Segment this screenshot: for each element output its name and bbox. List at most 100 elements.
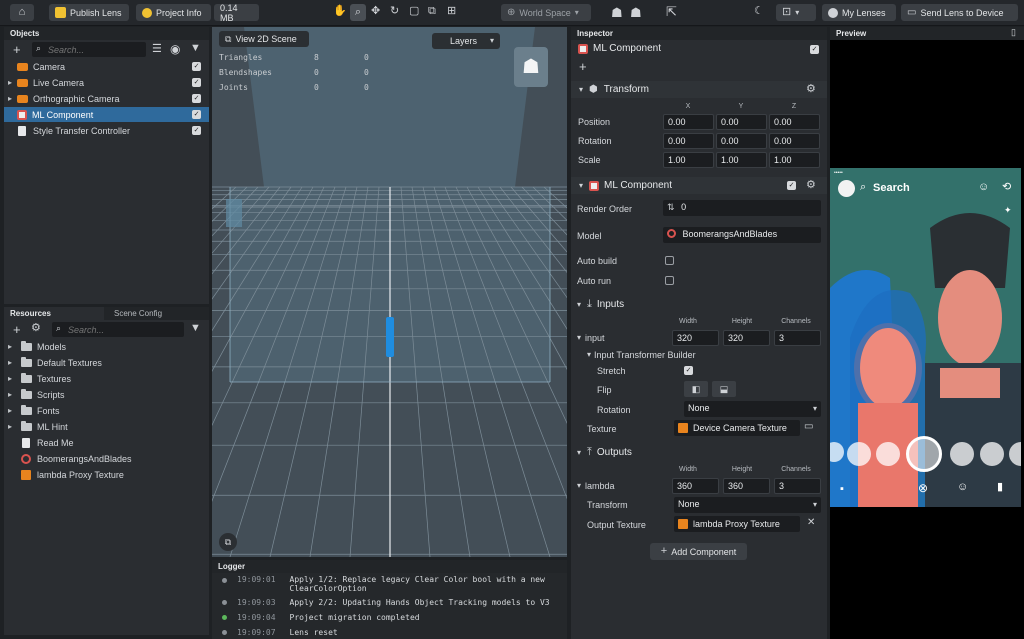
expand-arrow-icon[interactable]: ▸: [8, 406, 16, 415]
preview-screen[interactable]: ••••• ⌕ Search ☺ ⟲ ✦ ▪ ⊗ ☺ ▮: [830, 168, 1021, 507]
output-width-field[interactable]: 360: [672, 478, 719, 494]
home-button[interactable]: ⌂: [10, 4, 34, 21]
rect-tool-icon[interactable]: ⧉: [428, 6, 436, 17]
object-row-style-transfer-controller[interactable]: Style Transfer Controller ✓: [4, 123, 209, 138]
layers-dropdown[interactable]: Layers ▾: [432, 33, 500, 49]
auto-run-checkbox[interactable]: [665, 276, 674, 285]
snapchat-ghost-badge[interactable]: ☗: [514, 47, 548, 87]
model-field[interactable]: BoomerangsAndBlades: [663, 227, 821, 243]
lens-carousel-item[interactable]: [876, 442, 900, 466]
object-row-live-camera[interactable]: ▸ Live Camera ✓: [4, 75, 209, 90]
expand-arrow-icon[interactable]: ▸: [8, 94, 16, 103]
sort-icon[interactable]: ☰: [152, 44, 162, 55]
rotation-x-field[interactable]: 0.00: [663, 133, 714, 149]
eye-icon[interactable]: ◉: [170, 43, 180, 55]
rotation-z-field[interactable]: 0.00: [769, 133, 820, 149]
scene-viewport[interactable]: Triangles 8 0 Blendshapes 0 0 Joints 0 0…: [212, 27, 567, 557]
expand-arrow-icon[interactable]: ▸: [8, 78, 16, 87]
object-row-orthographic-camera[interactable]: ▸ Orthographic Camera ✓: [4, 91, 209, 106]
capture-button[interactable]: [906, 436, 942, 472]
world-space-dropdown[interactable]: ⊕ World Space ▾: [501, 4, 591, 21]
add-icon[interactable]: +: [579, 60, 587, 73]
filter-icon[interactable]: ▼: [190, 43, 201, 54]
object-enabled-checkbox[interactable]: ✓: [192, 126, 201, 135]
my-lenses-button[interactable]: My Lenses: [822, 4, 896, 21]
transform-header[interactable]: ▾ ⬢ Transform ⚙: [571, 81, 827, 98]
expand-arrow-icon[interactable]: ▸: [8, 358, 16, 367]
position-y-field[interactable]: 0.00: [716, 114, 767, 130]
object-enabled-checkbox[interactable]: ✓: [192, 78, 201, 87]
objects-search-input[interactable]: [48, 43, 142, 56]
object-enabled-checkbox[interactable]: ✓: [192, 94, 201, 103]
chat-icon[interactable]: ▪: [840, 484, 844, 495]
tab-scene-config[interactable]: Scene Config: [112, 307, 207, 320]
input-height-field[interactable]: 320: [723, 330, 770, 346]
scale-y-field[interactable]: 1.00: [716, 152, 767, 168]
object-tools-icon[interactable]: ☗: [630, 6, 642, 19]
resource-row-textures[interactable]: ▸ Textures: [4, 371, 209, 386]
render-order-field[interactable]: ⇅ 0: [663, 200, 821, 216]
grid-tool-icon[interactable]: ⊞: [447, 6, 456, 17]
select-tool-icon[interactable]: ⌕: [350, 4, 366, 21]
scale-tool-icon[interactable]: ▢: [409, 6, 419, 17]
ml-component-header[interactable]: ▾ ML Component ✓ ⚙: [571, 177, 827, 194]
object-add-icon[interactable]: ☗: [611, 6, 623, 19]
output-height-field[interactable]: 360: [723, 478, 770, 494]
resource-row-default-textures[interactable]: ▸ Default Textures: [4, 355, 209, 370]
inputs-header[interactable]: ▾ ⤓ Inputs: [577, 299, 624, 311]
resource-row-ml-hint[interactable]: ▸ ML Hint: [4, 419, 209, 434]
add-resource-icon[interactable]: +: [13, 323, 21, 336]
output-channels-field[interactable]: 3: [774, 478, 821, 494]
output-texture-field[interactable]: lambda Proxy Texture: [674, 516, 800, 532]
view-2d-scene-button[interactable]: ⧉ View 2D Scene: [219, 31, 309, 47]
position-z-field[interactable]: 0.00: [769, 114, 820, 130]
publish-lens-button[interactable]: Publish Lens: [49, 4, 129, 21]
input-width-field[interactable]: 320: [672, 330, 719, 346]
dark-mode-icon[interactable]: ☾: [754, 6, 764, 17]
folder-open-icon[interactable]: ▭: [804, 422, 813, 432]
object-enabled-checkbox[interactable]: ✓: [192, 62, 201, 71]
filter-icon[interactable]: ▼: [190, 323, 201, 334]
auto-build-checkbox[interactable]: [665, 256, 674, 265]
send-lens-button[interactable]: ▭ Send Lens to Device: [901, 4, 1018, 21]
add-object-icon[interactable]: +: [13, 43, 21, 56]
resources-search-input[interactable]: [68, 323, 178, 336]
lens-carousel-item[interactable]: [980, 442, 1004, 466]
outputs-header[interactable]: ▾ ⤒ Outputs: [577, 447, 632, 459]
close-icon[interactable]: ✕: [807, 518, 815, 528]
position-x-field[interactable]: 0.00: [663, 114, 714, 130]
chevron-down-icon[interactable]: ▾: [577, 334, 581, 342]
lens-carousel-item[interactable]: [950, 442, 974, 466]
stretch-checkbox[interactable]: ✓: [684, 366, 693, 375]
add-component-button[interactable]: + Add Component: [650, 543, 747, 560]
gear-icon[interactable]: ⚙: [806, 84, 816, 95]
move-tool-icon[interactable]: ✥: [371, 6, 380, 17]
add-friend-icon[interactable]: ☺: [978, 182, 989, 193]
hand-tool-icon[interactable]: ✋: [333, 6, 347, 17]
rotate-tool-icon[interactable]: ↻: [390, 6, 399, 17]
resource-row-fonts[interactable]: ▸ Fonts: [4, 403, 209, 418]
texture-field[interactable]: Device Camera Texture: [674, 420, 800, 436]
expand-arrow-icon[interactable]: ▸: [8, 342, 16, 351]
objects-search-field[interactable]: ⌕: [32, 42, 146, 57]
resources-search-field[interactable]: ⌕: [52, 322, 184, 337]
output-transform-dropdown[interactable]: None ▾: [674, 497, 821, 513]
preview-search-label[interactable]: Search: [873, 182, 910, 194]
component-enabled-checkbox[interactable]: ✓: [787, 181, 796, 190]
flip-vertical-button[interactable]: ⬓: [712, 381, 736, 397]
input-transformer-builder[interactable]: ▾ Input Transformer Builder: [587, 350, 696, 360]
emoji-icon[interactable]: ☺: [957, 482, 968, 493]
close-lens-icon[interactable]: ⊗: [918, 482, 928, 494]
gear-icon[interactable]: ⚙: [806, 180, 816, 191]
search-avatar[interactable]: [838, 180, 855, 197]
resource-row-boomerangs[interactable]: BoomerangsAndBlades: [4, 451, 209, 466]
flip-horizontal-button[interactable]: ◧: [684, 381, 708, 397]
resource-row-scripts[interactable]: ▸ Scripts: [4, 387, 209, 402]
object-enabled-checkbox[interactable]: ✓: [810, 45, 819, 54]
resource-row-lambda-proxy[interactable]: lambda Proxy Texture: [4, 467, 209, 482]
resource-row-models[interactable]: ▸ Models: [4, 339, 209, 354]
expand-arrow-icon[interactable]: ▸: [8, 374, 16, 383]
flip-camera-icon[interactable]: ⟲: [1002, 182, 1011, 193]
input-rotation-dropdown[interactable]: None ▾: [684, 401, 821, 417]
lens-carousel-item[interactable]: [847, 442, 871, 466]
